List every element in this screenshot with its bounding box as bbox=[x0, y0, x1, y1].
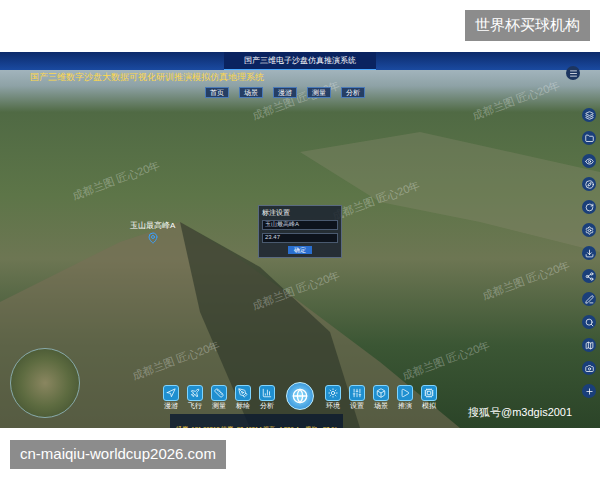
menu-button[interactable]: 漫游 bbox=[273, 87, 297, 98]
page: 世界杯买球机构成都兰图 匠心20年成都兰图 匠心20年成都兰图 匠心20年成都兰… bbox=[0, 0, 600, 480]
watermark: 成都兰图 匠心20年 bbox=[470, 77, 562, 124]
bottom-badge: cn-maiqiu-worldcup2026.com bbox=[10, 440, 226, 469]
tool-button[interactable] bbox=[582, 246, 596, 260]
tool-icon bbox=[352, 388, 362, 398]
dialog-field[interactable]: 玉山最高峰A bbox=[262, 220, 338, 230]
dialog: 标注设置玉山最高峰A 23.47 确定 bbox=[258, 205, 342, 258]
watermark: 成都兰图 匠心20年 bbox=[400, 337, 492, 384]
globe-icon bbox=[292, 388, 308, 404]
tool-icon bbox=[585, 364, 594, 373]
bottom-toolbar: 漫游飞行测量标绘分析 环境设置场景推演模拟 bbox=[150, 382, 450, 410]
tool-icon bbox=[166, 388, 176, 398]
tool-button[interactable] bbox=[582, 315, 596, 329]
tool-button[interactable] bbox=[582, 384, 596, 398]
credit: 搜狐号@m3dgis2001 bbox=[468, 404, 572, 421]
tool-icon bbox=[585, 226, 594, 235]
status-bar: 经度: 121.00512 纬度: 23.46914 视高: 4,886.4m … bbox=[170, 414, 343, 428]
menu-button[interactable]: 分析 bbox=[341, 87, 365, 98]
tool-icon bbox=[262, 388, 272, 398]
tool-button[interactable] bbox=[582, 361, 596, 375]
globe-button[interactable] bbox=[286, 382, 314, 410]
toolbar-item[interactable]: 飞行 bbox=[184, 385, 206, 410]
scene[interactable]: 成都兰图 匠心20年成都兰图 匠心20年成都兰图 匠心20年成都兰图 匠心20年… bbox=[0, 52, 600, 428]
right-toolbar bbox=[582, 108, 596, 398]
top-badge: 世界杯买球机构 bbox=[465, 10, 590, 41]
dialog-field[interactable]: 23.47 bbox=[262, 233, 338, 243]
tool-icon bbox=[585, 318, 594, 327]
tool-icon bbox=[424, 388, 434, 398]
tool-icon bbox=[190, 388, 200, 398]
bottom-area: cn-maiqiu-worldcup2026.com bbox=[0, 428, 600, 480]
tool-icon bbox=[376, 388, 386, 398]
toolbar-item[interactable]: 测量 bbox=[208, 385, 230, 410]
menu-button[interactable] bbox=[566, 66, 580, 80]
watermark: 成都兰图 匠心20年 bbox=[480, 257, 572, 304]
watermark: 成都兰图 匠心20年 bbox=[70, 157, 162, 204]
menu-button[interactable]: 场景 bbox=[239, 87, 263, 98]
tool-icon bbox=[400, 388, 410, 398]
tool-button[interactable] bbox=[582, 223, 596, 237]
tool-icon bbox=[585, 387, 594, 396]
tool-icon bbox=[585, 295, 594, 304]
top-area: 世界杯买球机构 bbox=[0, 0, 600, 52]
header: 国产三维电子沙盘仿真推演系统 bbox=[0, 52, 600, 70]
toolbar-item[interactable]: 分析 bbox=[256, 385, 278, 410]
tool-icon bbox=[585, 180, 594, 189]
subtitle: 国产三维数字沙盘大数据可视化研训推演模拟仿真地理系统 bbox=[30, 71, 264, 85]
tool-icon bbox=[238, 388, 248, 398]
tool-button[interactable] bbox=[582, 269, 596, 283]
toolbar-item[interactable]: 漫游 bbox=[160, 385, 182, 410]
toolbar-item[interactable]: 推演 bbox=[394, 385, 416, 410]
dialog-title: 标注设置 bbox=[262, 209, 338, 217]
confirm-button[interactable]: 确定 bbox=[288, 246, 312, 254]
menu-bar: 首页场景漫游测量分析 bbox=[205, 87, 365, 98]
tool-icon bbox=[585, 157, 594, 166]
tool-icon bbox=[328, 388, 338, 398]
tool-icon bbox=[585, 134, 594, 143]
watermark: 成都兰图 匠心20年 bbox=[250, 77, 342, 124]
tool-button[interactable] bbox=[582, 108, 596, 122]
toolbar-item[interactable]: 模拟 bbox=[418, 385, 440, 410]
toolbar-item[interactable]: 场景 bbox=[370, 385, 392, 410]
tool-button[interactable] bbox=[582, 338, 596, 352]
tool-button[interactable] bbox=[582, 292, 596, 306]
menu-icon bbox=[569, 69, 578, 78]
tool-icon bbox=[585, 249, 594, 258]
tool-button[interactable] bbox=[582, 200, 596, 214]
tool-icon bbox=[214, 388, 224, 398]
tool-icon bbox=[585, 111, 594, 120]
toolbar-item[interactable]: 设置 bbox=[346, 385, 368, 410]
marker-label: 玉山最高峰A bbox=[130, 220, 175, 232]
tool-icon bbox=[585, 341, 594, 350]
menu-button[interactable]: 首页 bbox=[205, 87, 229, 98]
tool-button[interactable] bbox=[582, 154, 596, 168]
toolbar-item[interactable]: 环境 bbox=[322, 385, 344, 410]
minimap[interactable] bbox=[10, 348, 80, 418]
title: 国产三维电子沙盘仿真推演系统 bbox=[244, 55, 356, 67]
pin-icon bbox=[147, 232, 159, 244]
marker[interactable]: 玉山最高峰A bbox=[130, 220, 175, 244]
toolbar-item[interactable]: 标绘 bbox=[232, 385, 254, 410]
tool-button[interactable] bbox=[582, 177, 596, 191]
tool-icon bbox=[585, 272, 594, 281]
tool-button[interactable] bbox=[582, 131, 596, 145]
menu-button[interactable]: 测量 bbox=[307, 87, 331, 98]
tool-icon bbox=[585, 203, 594, 212]
